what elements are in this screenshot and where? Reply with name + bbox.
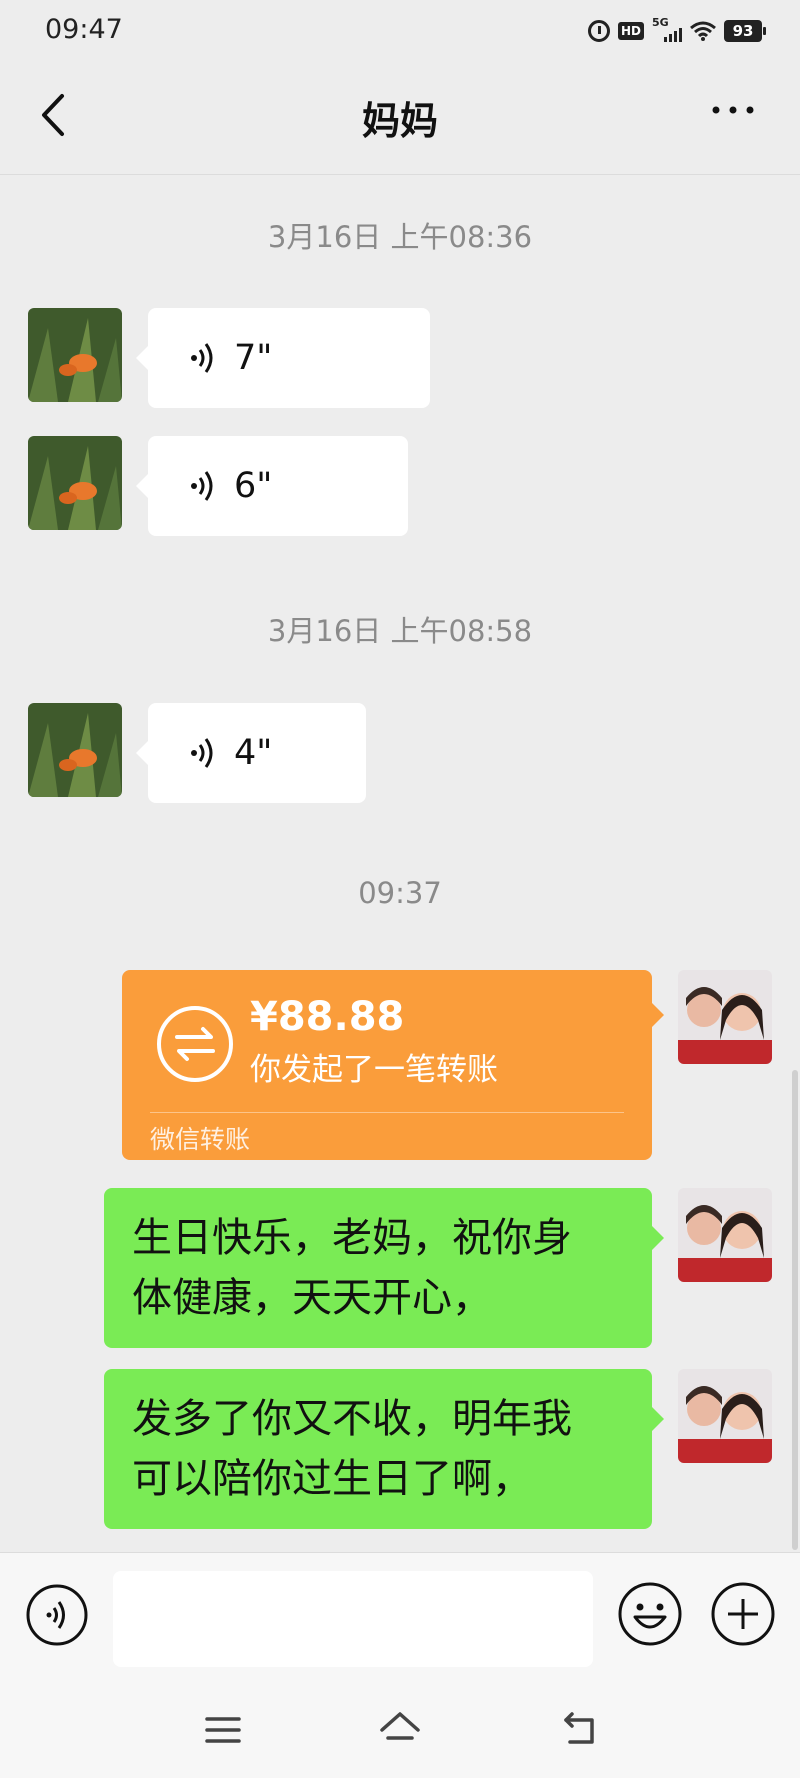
menu-icon[interactable]: [203, 1710, 243, 1750]
divider: [150, 1112, 624, 1113]
transfer-amount: ¥88.88: [250, 994, 405, 1040]
voice-duration: 6": [234, 466, 273, 506]
status-bar: 09:47 HD 5G 93: [0, 0, 800, 60]
voice-message[interactable]: 6": [136, 436, 408, 536]
voice-icon: [191, 471, 213, 501]
transfer-icon: [157, 1006, 233, 1082]
voice-duration: 7": [234, 338, 273, 378]
hd-badge: HD: [617, 22, 644, 40]
contact-avatar[interactable]: [28, 436, 122, 530]
plus-icon[interactable]: [710, 1581, 776, 1647]
signal-icon: 5G: [652, 16, 682, 44]
voice-duration: 4": [234, 733, 273, 773]
voice-message[interactable]: 4": [136, 703, 366, 803]
transfer-message[interactable]: ¥88.88 你发起了一笔转账 微信转账: [122, 970, 664, 1160]
transfer-description: 你发起了一笔转账: [250, 1052, 498, 1088]
emoji-icon[interactable]: [617, 1581, 683, 1647]
home-icon[interactable]: [378, 1708, 422, 1750]
voice-message[interactable]: 7": [136, 308, 430, 408]
message-line: 体健康，天天开心，: [132, 1275, 492, 1321]
alarm-icon: [587, 20, 610, 42]
back-nav-icon[interactable]: [560, 1708, 600, 1748]
sent-text-message[interactable]: 发多了你又不收，明年我 可以陪你过生日了啊，: [104, 1369, 664, 1529]
voice-icon: [191, 343, 213, 373]
my-avatar[interactable]: [678, 970, 772, 1064]
system-nav-bar: [0, 1688, 800, 1778]
contact-avatar[interactable]: [28, 703, 122, 797]
chat-header: 妈妈: [0, 60, 800, 175]
message-line: 可以陪你过生日了啊，: [132, 1456, 532, 1502]
more-icon[interactable]: [710, 100, 756, 120]
voice-icon: [191, 738, 213, 768]
status-time: 09:47: [45, 14, 123, 45]
timestamp: 3月16日 上午08:58: [267, 614, 533, 648]
chat-title: 妈妈: [361, 99, 438, 143]
my-avatar[interactable]: [678, 1369, 772, 1463]
message-input[interactable]: [113, 1571, 593, 1667]
timestamp: 3月16日 上午08:36: [267, 220, 533, 254]
message-line: 生日快乐，老妈，祝你身: [132, 1215, 572, 1261]
scrollbar[interactable]: [792, 1070, 798, 1550]
contact-avatar[interactable]: [28, 308, 122, 402]
status-icons: HD 5G 93: [587, 16, 766, 46]
transfer-footer: 微信转账: [150, 1125, 251, 1154]
wifi-icon: [690, 21, 716, 41]
timestamp: 09:37: [358, 876, 442, 910]
voice-input-icon[interactable]: [25, 1583, 89, 1647]
battery-indicator: 93: [724, 20, 766, 42]
input-bar: [0, 1552, 800, 1688]
message-line: 发多了你又不收，明年我: [132, 1396, 572, 1442]
sent-text-message[interactable]: 生日快乐，老妈，祝你身 体健康，天天开心，: [104, 1188, 664, 1348]
my-avatar[interactable]: [678, 1188, 772, 1282]
